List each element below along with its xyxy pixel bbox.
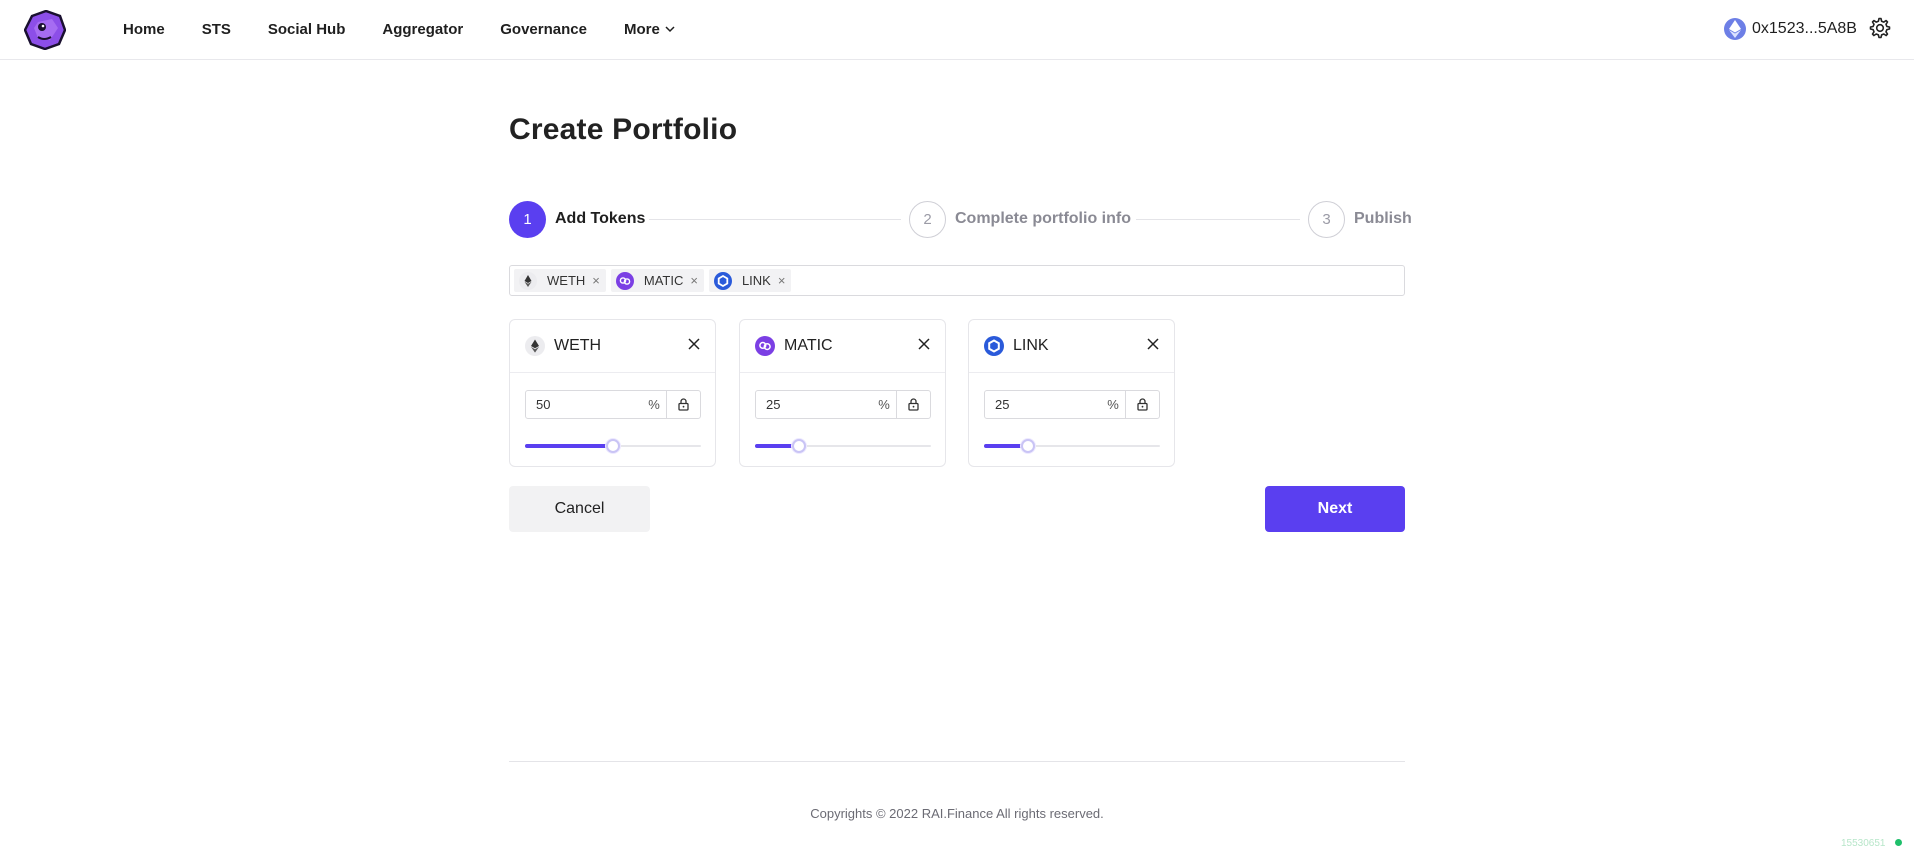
step-number: 2 xyxy=(909,200,946,238)
chip-label: WETH xyxy=(547,273,586,288)
nav-more-label: More xyxy=(623,20,660,38)
token-card-matic: MATIC % xyxy=(739,319,946,467)
weight-input[interactable] xyxy=(756,391,872,418)
nav-governance[interactable]: Governance xyxy=(500,21,587,38)
wallet-button[interactable]: 0x1523...5A8B xyxy=(1724,17,1857,41)
chevron-down-icon xyxy=(665,26,675,33)
weight-input[interactable] xyxy=(526,391,642,418)
ethereum-icon xyxy=(1724,18,1746,40)
slider-fill xyxy=(525,444,613,448)
token-card-header: MATIC xyxy=(740,320,945,373)
gear-icon[interactable] xyxy=(1868,16,1892,40)
slider-thumb[interactable] xyxy=(792,439,806,453)
nav-governance-label: Governance xyxy=(500,20,587,38)
step-label: Publish xyxy=(1354,210,1412,227)
token-chip-weth: WETH × xyxy=(514,269,606,292)
lock-icon xyxy=(908,398,919,411)
step-label: Add Tokens xyxy=(555,210,646,227)
remove-chip-button[interactable]: × xyxy=(690,273,698,288)
stepper-connector xyxy=(649,219,901,220)
slider-thumb[interactable] xyxy=(606,439,620,453)
weight-input[interactable] xyxy=(985,391,1101,418)
token-card-header: WETH xyxy=(510,320,715,373)
token-name: WETH xyxy=(554,337,602,354)
weight-field: % xyxy=(525,390,701,419)
nav-aggregator[interactable]: Aggregator xyxy=(382,21,463,38)
weight-slider[interactable] xyxy=(525,439,701,453)
footer-divider xyxy=(509,761,1405,762)
polygon-icon xyxy=(615,271,634,290)
step-number: 1 xyxy=(509,200,546,238)
main-nav: Home STS Social Hub Aggregator Governanc… xyxy=(123,0,712,58)
chip-label: MATIC xyxy=(643,273,684,288)
token-card-weth: WETH % xyxy=(509,319,716,467)
polygon-icon xyxy=(755,336,775,356)
weight-slider[interactable] xyxy=(755,439,931,453)
token-multiselect[interactable]: WETH × MATIC × LINK × xyxy=(509,265,1405,296)
ethereum-icon xyxy=(525,336,545,356)
lock-button[interactable] xyxy=(1125,391,1159,418)
close-icon[interactable] xyxy=(917,337,931,351)
weight-field: % xyxy=(984,390,1160,419)
percent-suffix: % xyxy=(648,397,660,412)
nav-home-label: Home xyxy=(123,20,165,38)
remove-chip-button[interactable]: × xyxy=(778,273,786,288)
close-icon[interactable] xyxy=(687,337,701,351)
lock-icon xyxy=(678,398,689,411)
nav-social-hub-label: Social Hub xyxy=(267,20,346,38)
next-button[interactable]: Next xyxy=(1265,486,1405,532)
token-card-header: LINK xyxy=(969,320,1174,373)
top-navbar: Home STS Social Hub Aggregator Governanc… xyxy=(0,0,1914,60)
token-chip-link: LINK × xyxy=(708,269,792,292)
lock-button[interactable] xyxy=(666,391,700,418)
weight-field: % xyxy=(755,390,931,419)
build-number: 15530651 xyxy=(1841,838,1886,849)
nav-more[interactable]: More xyxy=(624,21,675,38)
lock-icon xyxy=(1137,398,1148,411)
nav-aggregator-label: Aggregator xyxy=(382,20,464,38)
token-card-link: LINK % xyxy=(968,319,1175,467)
page-title: Create Portfolio xyxy=(509,113,738,146)
status-dot xyxy=(1895,839,1902,846)
percent-suffix: % xyxy=(1107,397,1119,412)
chainlink-icon xyxy=(984,336,1004,356)
nav-social-hub[interactable]: Social Hub xyxy=(268,21,346,38)
ethereum-icon xyxy=(519,271,537,290)
close-icon[interactable] xyxy=(1146,337,1160,351)
token-chip-matic: MATIC × xyxy=(610,269,704,292)
token-name: MATIC xyxy=(784,337,833,354)
rai-logo-icon[interactable] xyxy=(24,10,66,50)
step-label: Complete portfolio info xyxy=(955,210,1131,227)
token-name: LINK xyxy=(1013,337,1049,354)
weight-slider[interactable] xyxy=(984,439,1160,453)
cancel-button[interactable]: Cancel xyxy=(509,486,650,532)
slider-thumb[interactable] xyxy=(1021,439,1035,453)
stepper-connector xyxy=(1136,219,1300,220)
nav-sts[interactable]: STS xyxy=(202,21,231,38)
step-number: 3 xyxy=(1308,200,1345,238)
nav-home[interactable]: Home xyxy=(123,21,165,38)
lock-button[interactable] xyxy=(896,391,930,418)
step-publish: 3 Publish xyxy=(1308,200,1412,238)
remove-chip-button[interactable]: × xyxy=(592,273,600,288)
stepper: 1 Add Tokens 2 Complete portfolio info 3… xyxy=(509,200,1412,238)
nav-sts-label: STS xyxy=(201,20,231,38)
chip-label: LINK xyxy=(741,273,771,288)
percent-suffix: % xyxy=(878,397,890,412)
step-add-tokens: 1 Add Tokens xyxy=(509,200,645,238)
copyright-text: Copyrights © 2022 RAI.Finance All rights… xyxy=(810,806,1104,821)
step-complete-info: 2 Complete portfolio info xyxy=(909,200,1131,238)
wallet-address: 0x1523...5A8B xyxy=(1752,20,1857,37)
chainlink-icon xyxy=(713,271,732,290)
